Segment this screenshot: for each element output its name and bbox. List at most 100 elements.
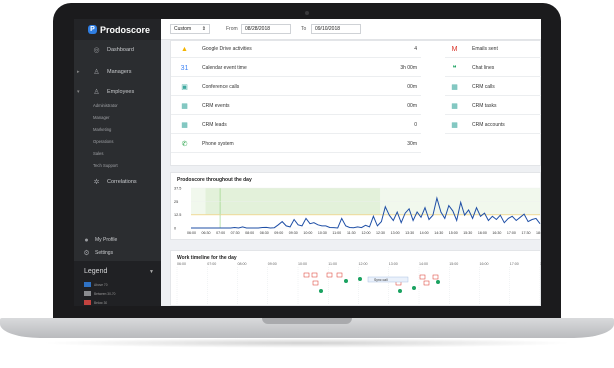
email-event-icon: [311, 272, 318, 278]
sidebar-subitem-tech-support[interactable]: Tech Support: [93, 163, 118, 168]
timeline-tick-label: 13:00: [389, 262, 398, 266]
timeline-tick-label: 12:00: [359, 262, 368, 266]
legend-collapse-icon[interactable]: ▼: [149, 269, 154, 275]
to-date-input[interactable]: 09/10/2018: [311, 24, 361, 34]
work-timeline-chart[interactable]: 06:00 07:00 08:00 09:00 10:00 11:00 12:00 13:00…: [171, 251, 541, 306]
sidebar-item-dashboard[interactable]: ◎ Dashboard: [74, 44, 161, 56]
crm-icon: ▦: [451, 84, 458, 91]
x-tick-label: 17:30: [521, 231, 530, 235]
prodoscore-logo-icon: P: [88, 25, 97, 34]
email-event-icon: [419, 274, 426, 280]
x-tick-label: 09:00: [274, 231, 283, 235]
activity-label: Google Drive activities: [202, 46, 252, 52]
date-range-select[interactable]: Custom ⇕: [170, 24, 210, 34]
laptop-frame: P Prodoscore ◎ Dashboard ▸ ♙ Managers ▾ …: [0, 0, 614, 368]
email-event-icon: [336, 272, 343, 278]
x-tick-label: 07:00: [216, 231, 225, 235]
date-filter-bar: Custom ⇕ From 08/28/2018 To 09/10/2018: [161, 19, 541, 40]
from-date-input[interactable]: 08/28/2018: [241, 24, 291, 34]
activity-value: 3h 00m: [400, 65, 417, 71]
gear-icon: ⚙: [83, 250, 90, 257]
prodoscore-chart-card: Prodoscore throughout the day 37.5 25 12.5…: [170, 172, 541, 240]
sidebar-item-employees[interactable]: ▾ ♙ Employees: [74, 86, 161, 98]
chat-event-icon: [344, 279, 348, 283]
sidebar-subitem-operations[interactable]: Operations: [93, 139, 113, 144]
activity-row: ▦ CRM events 00m: [171, 98, 421, 115]
x-tick-label: 13:00: [391, 231, 400, 235]
hangouts-icon: ❝: [452, 65, 457, 72]
conference-icon: ▣: [181, 84, 188, 91]
phone-icon: ✆: [181, 141, 188, 148]
activity-value: 4: [414, 46, 417, 52]
laptop-shadow: [40, 338, 574, 348]
legend-swatch: [84, 282, 91, 287]
timeline-tick-label: 18:00: [540, 262, 541, 266]
webcam: [305, 11, 309, 15]
activity-row: ▦ CRM calls: [445, 79, 541, 96]
timeline-tick-label: 17:00: [510, 262, 519, 266]
activity-row: ❝ Chat lines: [445, 60, 541, 77]
x-tick-label: 06:30: [202, 231, 211, 235]
legend-label: Between 30-70: [94, 291, 116, 296]
x-tick-label: 07:30: [231, 231, 240, 235]
crm-icon: ▦: [451, 103, 458, 110]
activity-row: M Emails sent: [445, 41, 541, 58]
sidebar-subitem-sales[interactable]: Sales: [93, 151, 103, 156]
timeline-tick-label: 07:00: [207, 262, 216, 266]
timeline-tick-label: 15:00: [449, 262, 458, 266]
activity-summary-card: ▲ Google Drive activities 4 31 Calendar even…: [170, 40, 541, 166]
sidebar-item-managers[interactable]: ▸ ♙ Managers: [74, 66, 161, 78]
y-tick-label: 37.5: [174, 187, 181, 191]
email-event-icon: [432, 274, 439, 280]
correlations-icon: ✲: [93, 179, 100, 186]
y-tick-label: 25: [174, 200, 178, 204]
x-tick-label: 09:30: [289, 231, 298, 235]
email-event-icon: [423, 280, 430, 286]
work-timeline-card: Work timeline for the day 06:00 07:00 08:0…: [170, 250, 541, 306]
timeline-tick-label: 14:00: [419, 262, 428, 266]
chat-event-icon: [436, 280, 440, 284]
app-name: Prodoscore: [100, 24, 151, 35]
sidebar-item-correlations[interactable]: ✲ Correlations: [74, 176, 161, 188]
x-tick-label: 15:00: [449, 231, 458, 235]
x-tick-label: 11:30: [347, 231, 356, 235]
crm-icon: ▦: [181, 103, 188, 110]
sidebar-item-settings[interactable]: ⚙ Settings: [74, 248, 161, 258]
x-tick-label: 08:00: [245, 231, 254, 235]
timeline-tick-label: 11:00: [328, 262, 337, 266]
activity-value: 00m: [407, 84, 417, 90]
sidebar-item-my-profile[interactable]: ● My Profile: [74, 235, 161, 245]
sidebar-subitem-manager[interactable]: Manager: [93, 115, 110, 120]
sidebar: P Prodoscore ◎ Dashboard ▸ ♙ Managers ▾ …: [74, 19, 161, 306]
sidebar-subitem-administrator[interactable]: Administrator: [93, 103, 118, 108]
legend-swatch: [84, 300, 91, 305]
prodoscore-line-chart[interactable]: 37.5 25 12.5 0 06:00 06:30 07:00 07:30 08:00 08:3…: [171, 173, 541, 241]
sidebar-item-label: Settings: [95, 250, 114, 256]
sidebar-subitem-marketing[interactable]: Marketing: [93, 127, 111, 132]
sidebar-item-label: Managers: [107, 69, 132, 75]
date-range-value: Custom: [174, 26, 192, 32]
crm-icon: ▦: [451, 122, 458, 129]
sidebar-item-label: Employees: [107, 89, 135, 95]
timeline-tick-label: 06:00: [177, 262, 186, 266]
dashboard-icon: ◎: [93, 47, 100, 54]
employees-icon: ♙: [93, 89, 100, 96]
activity-row: ▦ CRM leads 0: [171, 117, 421, 134]
sidebar-item-label: Dashboard: [107, 47, 134, 53]
activity-label: CRM leads: [202, 122, 227, 128]
activity-value: 0: [414, 122, 417, 128]
app-logo[interactable]: P Prodoscore: [74, 19, 161, 40]
expand-arrow-icon: ▸: [77, 69, 80, 75]
timeline-tick-label: 09:00: [268, 262, 277, 266]
activity-row: ✆ Phone system 30m: [171, 136, 421, 153]
x-tick-label: 16:30: [492, 231, 501, 235]
x-tick-label: 06:00: [187, 231, 196, 235]
timeline-tick-label: 16:00: [480, 262, 489, 266]
activity-label: Emails sent: [472, 46, 498, 52]
y-tick-label: 12.5: [174, 213, 181, 217]
activity-row: ▦ CRM accounts: [445, 117, 541, 134]
from-label: From: [226, 26, 238, 32]
x-tick-label: 14:30: [434, 231, 443, 235]
timeline-tick-label: 10:00: [298, 262, 307, 266]
chat-event-icon: [319, 289, 323, 293]
